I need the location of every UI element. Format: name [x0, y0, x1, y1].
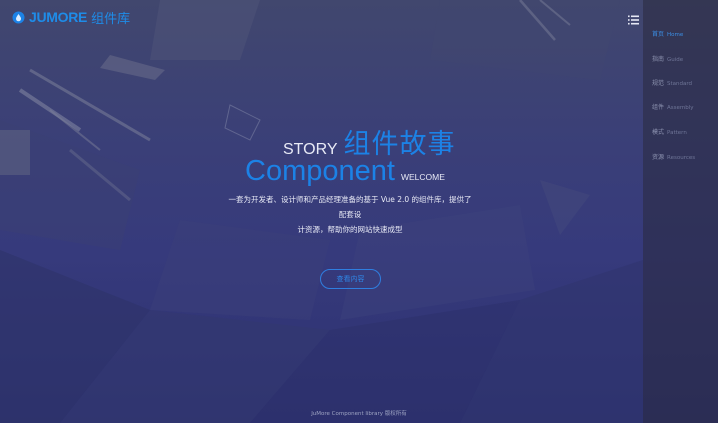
nav-label-cn: 模式 — [652, 129, 665, 136]
nav-label-cn: 资源 — [652, 154, 665, 161]
menu-toggle-button[interactable] — [628, 10, 639, 25]
nav-label-en: Assembly — [667, 105, 694, 111]
nav-label-cn: 指南 — [652, 56, 665, 63]
hero-description: 一套为开发者、设计师和产品经理准备的基于 Vue 2.0 的组件库，提供了配套设… — [225, 192, 475, 237]
paper-sheet — [150, 0, 260, 60]
nav-item-guide[interactable]: 指南 Guide — [652, 54, 683, 63]
nav-item-home[interactable]: 首页 Home — [652, 29, 683, 38]
component-label: Component — [245, 155, 395, 187]
hero-subheadline: Component WELCOME — [245, 155, 445, 187]
paper-outline — [224, 104, 261, 141]
menu-list-icon — [628, 15, 639, 25]
view-content-button[interactable]: 查看内容 — [320, 269, 381, 289]
brand-name-cn: 组件库 — [91, 11, 131, 27]
bg-shard — [540, 180, 590, 235]
nav-item-resources[interactable]: 资源 Resources — [652, 152, 695, 161]
brand-name: JUMORE — [29, 9, 88, 25]
nav-label-cn: 首页 — [652, 31, 665, 38]
nav-label-en: Home — [667, 32, 684, 38]
description-line: 计资源，帮助你的网站快速成型 — [297, 225, 403, 234]
hero-section: JUMORE 组件库 STORY 组件故事 Component WELCOME … — [0, 0, 718, 423]
nav-item-assembly[interactable]: 组件 Assembly — [652, 102, 694, 111]
nav-label-en: Pattern — [667, 130, 687, 136]
nav-item-pattern[interactable]: 模式 Pattern — [652, 127, 687, 136]
description-line: 一套为开发者、设计师和产品经理准备的基于 Vue 2.0 的组件库，提供了配套设 — [228, 195, 472, 219]
nav-label-cn: 组件 — [652, 104, 665, 111]
paper-sheet — [430, 0, 620, 80]
side-navigation: 首页 Home 指南 Guide 规范 Standard 组件 Assembly 模式 P… — [643, 0, 718, 423]
nav-label-en: Standard — [667, 81, 693, 87]
nav-label-en: Resources — [667, 155, 696, 161]
ruler-tool — [29, 68, 151, 142]
site-logo[interactable]: JUMORE 组件库 — [12, 8, 131, 27]
nav-item-standard[interactable]: 规范 Standard — [652, 78, 692, 87]
water-drop-icon — [12, 11, 25, 23]
nav-label-cn: 规范 — [652, 80, 665, 87]
footer-copyright: JuMore Component library 版权所有 — [311, 411, 407, 417]
welcome-label: WELCOME — [400, 172, 445, 182]
notebook — [0, 130, 30, 175]
nav-label-en: Guide — [667, 57, 684, 63]
